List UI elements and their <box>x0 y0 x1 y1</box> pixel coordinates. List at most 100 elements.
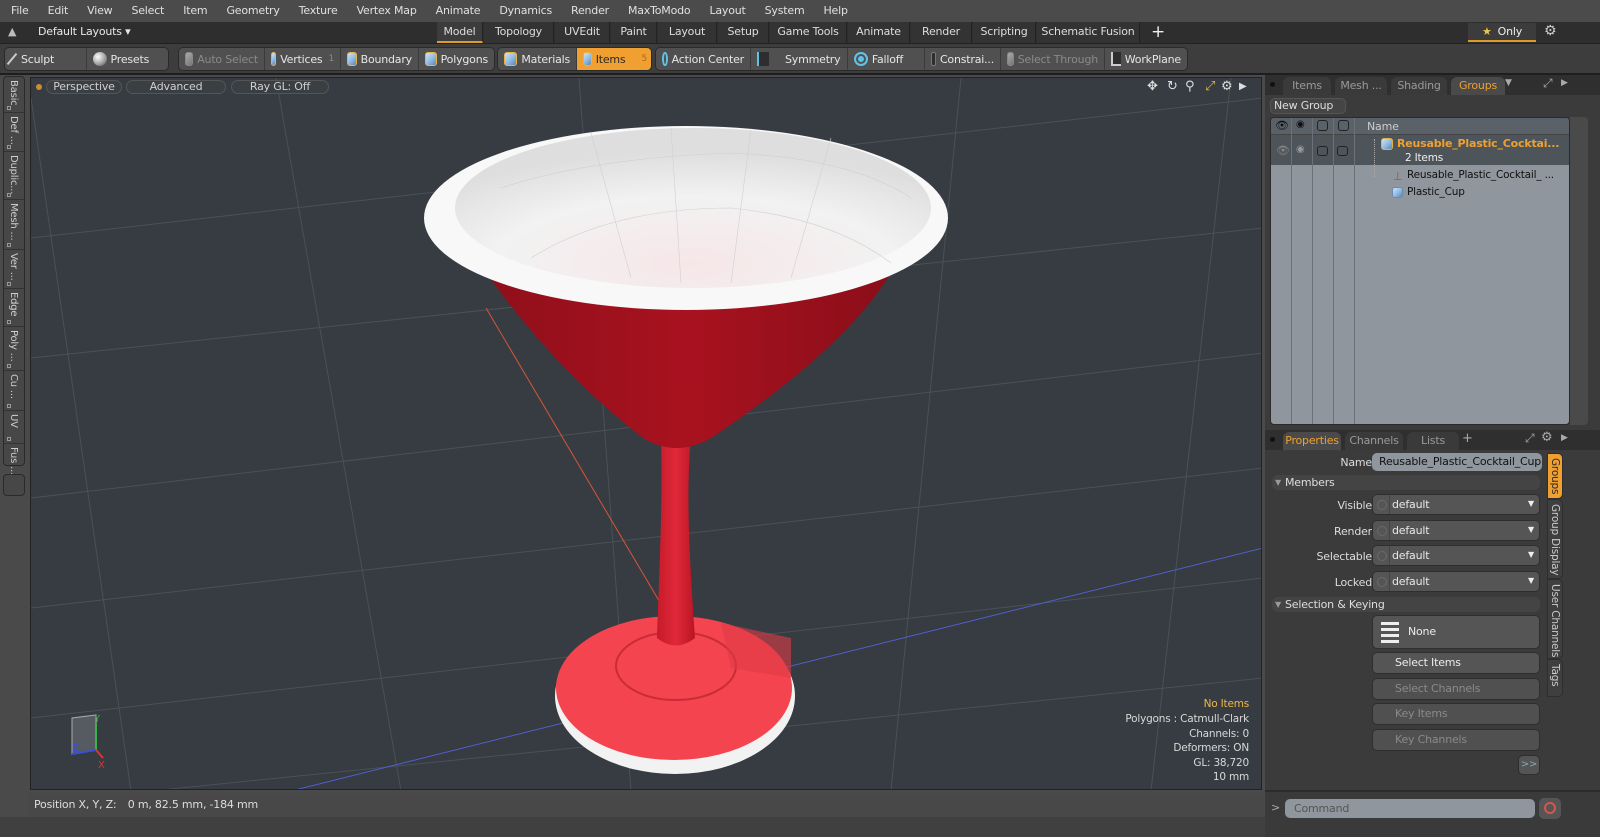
raygl-button[interactable]: Ray GL: Off <box>231 80 329 94</box>
symmetry-button[interactable]: Symmetry <box>751 48 848 70</box>
menu-view[interactable]: View <box>76 0 120 22</box>
shading-mode-button[interactable]: Advanced <box>126 80 226 94</box>
left-tab-uv[interactable]: UV <box>4 411 24 444</box>
menu-file[interactable]: File <box>0 0 37 22</box>
tab-scripting[interactable]: Scripting <box>973 22 1036 43</box>
tab-groups[interactable]: Groups <box>1451 77 1505 95</box>
layouts-dropdown[interactable]: Default Layouts ▾ <box>38 25 131 38</box>
tab-properties[interactable]: Properties <box>1283 432 1341 450</box>
maximize-icon[interactable]: ⤢ <box>1205 79 1215 94</box>
expand-panel-icon[interactable]: ⤢ <box>1525 431 1535 446</box>
left-extra-tab[interactable] <box>3 474 25 496</box>
polygons-button[interactable]: Polygons <box>419 48 494 70</box>
left-tab-edge[interactable]: Edge <box>4 289 24 327</box>
zoom-icon[interactable]: ⚲ <box>1185 79 1195 94</box>
3d-viewport[interactable]: Y Z X Perspective Advanced Ray GL: Off ✥… <box>30 77 1262 790</box>
menu-maxtomodo[interactable]: MaxToModo <box>617 0 698 22</box>
selectable-dropdown[interactable]: default ▼ <box>1372 545 1540 566</box>
camera-icon[interactable]: ◉ <box>1296 119 1305 130</box>
locked-dropdown[interactable]: default ▼ <box>1372 571 1540 592</box>
side-tab-user-channels[interactable]: User Channels <box>1547 579 1563 659</box>
eye-icon[interactable]: 👁 <box>1275 119 1289 132</box>
items-button[interactable]: Items 5 <box>577 48 651 70</box>
vertices-button[interactable]: Vertices 1 <box>265 48 341 70</box>
panel-arrow-icon[interactable]: ▶ <box>1561 433 1568 443</box>
tab-paint[interactable]: Paint <box>611 22 657 43</box>
key-items-button[interactable]: Key Items <box>1372 703 1540 725</box>
tabs-dropdown-icon[interactable]: ▼ <box>1505 78 1512 88</box>
side-tab-tags[interactable]: Tags <box>1547 659 1563 697</box>
panel-settings-icon[interactable]: ⚙ <box>1541 430 1553 445</box>
record-button[interactable] <box>1539 798 1561 819</box>
panel-arrow-icon[interactable]: ▶ <box>1561 78 1568 88</box>
selection-keying-section[interactable]: ▼ Selection & Keying <box>1272 597 1540 612</box>
tab-topology[interactable]: Topology <box>484 22 554 43</box>
group-name[interactable]: Reusable_Plastic_Cocktai... <box>1397 137 1559 150</box>
left-tab-polygon[interactable]: Poly ... <box>4 327 24 371</box>
expand-panel-icon[interactable]: ⤢ <box>1543 76 1553 91</box>
command-input[interactable]: Command <box>1285 799 1535 818</box>
groups-list-scrollbar[interactable] <box>1570 117 1588 425</box>
left-tab-curve[interactable]: Cu ... <box>4 371 24 411</box>
left-tab-vertex[interactable]: Ver ... <box>4 250 24 289</box>
key-channels-button[interactable]: Key Channels <box>1372 729 1540 751</box>
group-name-field[interactable]: Reusable_Plastic_Cocktail_Cup (2 <box>1372 453 1542 471</box>
boundary-button[interactable]: Boundary <box>341 48 419 70</box>
action-center-button[interactable]: Action Center <box>656 48 751 70</box>
left-tab-basic[interactable]: Basic <box>4 77 24 113</box>
sculpt-button[interactable]: Sculpt <box>5 48 87 70</box>
falloff-button[interactable]: Falloff <box>848 48 925 70</box>
menu-animate[interactable]: Animate <box>425 0 489 22</box>
hierarchy-select-button[interactable]: None <box>1372 615 1540 649</box>
menu-item[interactable]: Item <box>172 0 215 22</box>
menu-help[interactable]: Help <box>812 0 855 22</box>
tab-uvedit[interactable]: UVEdit <box>555 22 610 43</box>
select-header-icon[interactable] <box>1338 120 1349 131</box>
view-mode-button[interactable]: Perspective <box>46 80 122 94</box>
left-tab-fusion[interactable]: Fus ... <box>4 444 24 475</box>
menu-system[interactable]: System <box>754 0 813 22</box>
tab-channels[interactable]: Channels <box>1345 432 1403 450</box>
tab-render[interactable]: Render <box>911 22 972 43</box>
left-tab-deform[interactable]: Def ... <box>4 113 24 152</box>
presets-button[interactable]: Presets <box>87 48 169 70</box>
menu-dynamics[interactable]: Dynamics <box>488 0 560 22</box>
menu-vertex-map[interactable]: Vertex Map <box>346 0 425 22</box>
left-tab-duplicate[interactable]: Duplic... <box>4 152 24 200</box>
constraints-button[interactable]: Constrai... <box>925 48 1001 70</box>
menu-edit[interactable]: Edit <box>37 0 77 22</box>
group-child-item[interactable]: Reusable_Plastic_Cocktail_ ... <box>1407 169 1554 181</box>
left-tab-mesh[interactable]: Mesh ... <box>4 200 24 250</box>
more-button[interactable]: >> <box>1518 755 1540 775</box>
group-child-item[interactable]: Plastic_Cup <box>1407 186 1465 198</box>
viewport-arrow-icon[interactable]: ▶ <box>1239 81 1247 92</box>
members-section[interactable]: ▼ Members <box>1272 475 1540 490</box>
menu-select[interactable]: Select <box>120 0 172 22</box>
tab-setup[interactable]: Setup <box>718 22 769 43</box>
workplane-button[interactable]: WorkPlane <box>1105 48 1187 70</box>
group-render-toggle[interactable]: ◉ <box>1296 144 1305 155</box>
only-toggle[interactable]: ★ Only <box>1468 23 1536 42</box>
tab-model[interactable]: Model <box>437 22 483 43</box>
tab-lists[interactable]: Lists <box>1407 432 1459 450</box>
panel-menu-dot[interactable] <box>1270 437 1275 442</box>
tab-mesh[interactable]: Mesh ... <box>1335 77 1387 95</box>
tab-game-tools[interactable]: Game Tools <box>770 22 847 43</box>
side-tab-group-display[interactable]: Group Display <box>1547 499 1563 579</box>
visible-dropdown[interactable]: default ▼ <box>1372 494 1540 515</box>
group-lock-toggle[interactable] <box>1317 146 1328 156</box>
select-through-button[interactable]: Select Through <box>1001 48 1105 70</box>
select-channels-button[interactable]: Select Channels <box>1372 678 1540 700</box>
tab-layout[interactable]: Layout <box>658 22 717 43</box>
pan-icon[interactable]: ✥ <box>1147 79 1158 94</box>
render-dropdown[interactable]: default ▼ <box>1372 520 1540 541</box>
group-select-toggle[interactable] <box>1337 146 1348 156</box>
lock-header-icon[interactable] <box>1317 120 1328 131</box>
gear-icon[interactable]: ⚙ <box>1544 23 1557 39</box>
viewport-settings-icon[interactable]: ⚙ <box>1221 79 1233 94</box>
tab-items[interactable]: Items <box>1283 77 1331 95</box>
rotate-icon[interactable]: ↻ <box>1167 79 1178 94</box>
tab-animate[interactable]: Animate <box>848 22 910 43</box>
materials-button[interactable]: Materials <box>498 48 577 70</box>
add-properties-tab-button[interactable]: + <box>1462 431 1473 446</box>
